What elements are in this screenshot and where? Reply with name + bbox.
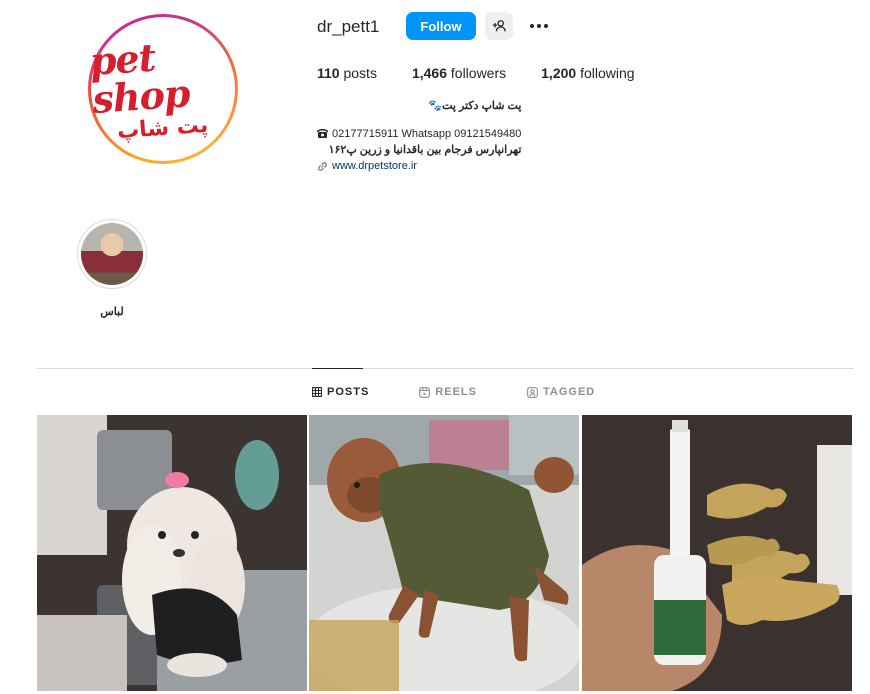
highlight-label: لباس (100, 306, 124, 318)
post-thumbnail-3[interactable] (582, 415, 852, 691)
post-thumbnail-2[interactable] (309, 415, 579, 691)
username: dr_pett1 (317, 17, 380, 36)
logo-text: pet shop (88, 34, 191, 122)
bio-website-link[interactable]: www.drpetstore.ir (332, 158, 417, 174)
posts-stat: 110 posts (317, 65, 377, 81)
tab-reels-label: REELS (435, 386, 477, 398)
following-label: following (580, 65, 635, 81)
profile-stats: 110 posts 1,466 followers 1,200 followin… (317, 65, 670, 81)
tab-posts[interactable]: POSTS (312, 386, 369, 398)
active-tab-indicator (312, 368, 363, 369)
more-options-button[interactable] (526, 12, 552, 40)
follow-button[interactable]: Follow (406, 12, 476, 40)
suggest-users-button[interactable] (485, 12, 513, 40)
post-image (582, 415, 852, 691)
tagged-icon (527, 386, 538, 398)
grid-icon (312, 387, 322, 397)
post-image (309, 415, 579, 691)
tabs-divider (37, 368, 854, 369)
profile-tabs: POSTS REELS TAGGED (312, 386, 645, 398)
bio-link-line[interactable]: www.drpetstore.ir (317, 158, 521, 174)
phone-icon (317, 129, 328, 138)
followers-count: 1,466 (411, 65, 447, 81)
profile-avatar[interactable]: pet shop پت شاپ (88, 14, 238, 164)
followers-label: followers (450, 65, 507, 81)
avatar-logo: pet shop پت شاپ (88, 17, 235, 161)
posts-label: posts (343, 65, 377, 81)
following-stat[interactable]: 1,200 following (541, 65, 634, 81)
add-user-icon (492, 20, 506, 32)
following-count: 1,200 (541, 65, 577, 81)
highlight-cover (81, 223, 143, 285)
tab-tagged-label: TAGGED (542, 386, 596, 398)
reels-icon (419, 386, 431, 398)
more-dots-icon (530, 24, 548, 28)
bio-title: پت شاپ دکتر پت🐾 (428, 100, 522, 112)
tab-reels[interactable]: REELS (419, 386, 477, 398)
bio-phone-line: 02177715911 Whatsapp 09121549480 (317, 126, 521, 142)
tab-posts-label: POSTS (327, 386, 370, 398)
story-highlight[interactable] (77, 219, 147, 289)
post-image (37, 415, 307, 691)
profile-bio: پت شاپ دکتر پت🐾 02177715911 Whatsapp 091… (317, 98, 521, 174)
bio-phone: 02177715911 Whatsapp 09121549480 (332, 128, 522, 140)
tab-tagged[interactable]: TAGGED (527, 386, 595, 398)
followers-stat[interactable]: 1,466 followers (412, 65, 506, 81)
posts-count: 110 (317, 65, 340, 81)
bio-address: تهرانپارس فرجام بین باقدانیا و زرین پ۱۶۲ (328, 144, 522, 156)
link-icon (318, 161, 327, 171)
post-thumbnail-1[interactable] (37, 415, 307, 691)
